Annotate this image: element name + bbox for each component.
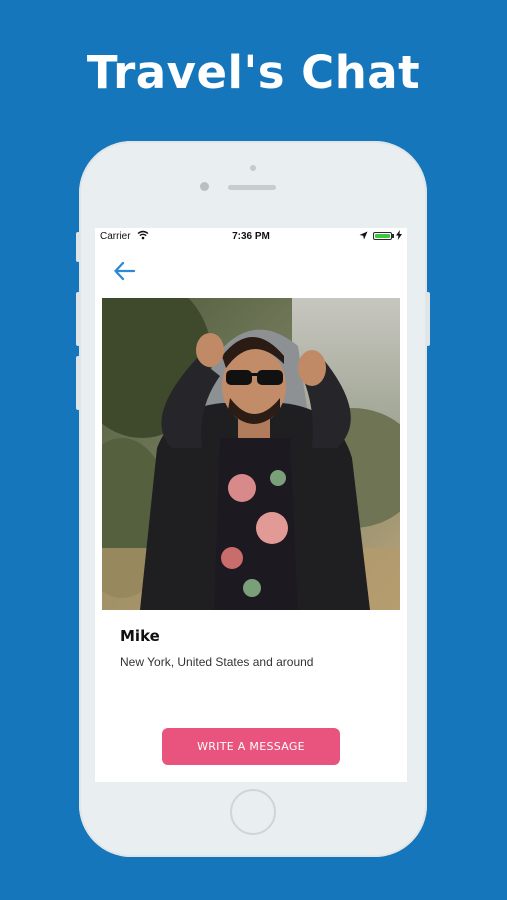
side-button-power bbox=[426, 292, 430, 346]
charging-bolt-icon bbox=[396, 230, 402, 242]
write-message-button[interactable]: WRITE A MESSAGE bbox=[162, 728, 340, 765]
side-button-mute bbox=[76, 232, 80, 262]
promo-headline: Travel's Chat bbox=[86, 46, 421, 99]
home-button[interactable] bbox=[230, 789, 276, 835]
battery-icon bbox=[373, 232, 392, 240]
proximity-sensor bbox=[250, 165, 256, 171]
battery-tip bbox=[392, 234, 394, 238]
earpiece-speaker bbox=[228, 185, 276, 190]
location-arrow-icon bbox=[359, 231, 368, 243]
status-bar: Carrier 7:36 PM bbox=[95, 228, 407, 246]
profile-location: New York, United States and around bbox=[120, 655, 314, 669]
arrow-left-icon[interactable] bbox=[113, 261, 137, 281]
app-screen: Carrier 7:36 PM Mike New York, United St… bbox=[95, 228, 407, 782]
side-button-volume-down bbox=[76, 356, 80, 410]
side-button-volume-up bbox=[76, 292, 80, 346]
profile-name: Mike bbox=[120, 627, 160, 645]
front-camera bbox=[200, 182, 209, 191]
profile-photo bbox=[102, 298, 400, 610]
